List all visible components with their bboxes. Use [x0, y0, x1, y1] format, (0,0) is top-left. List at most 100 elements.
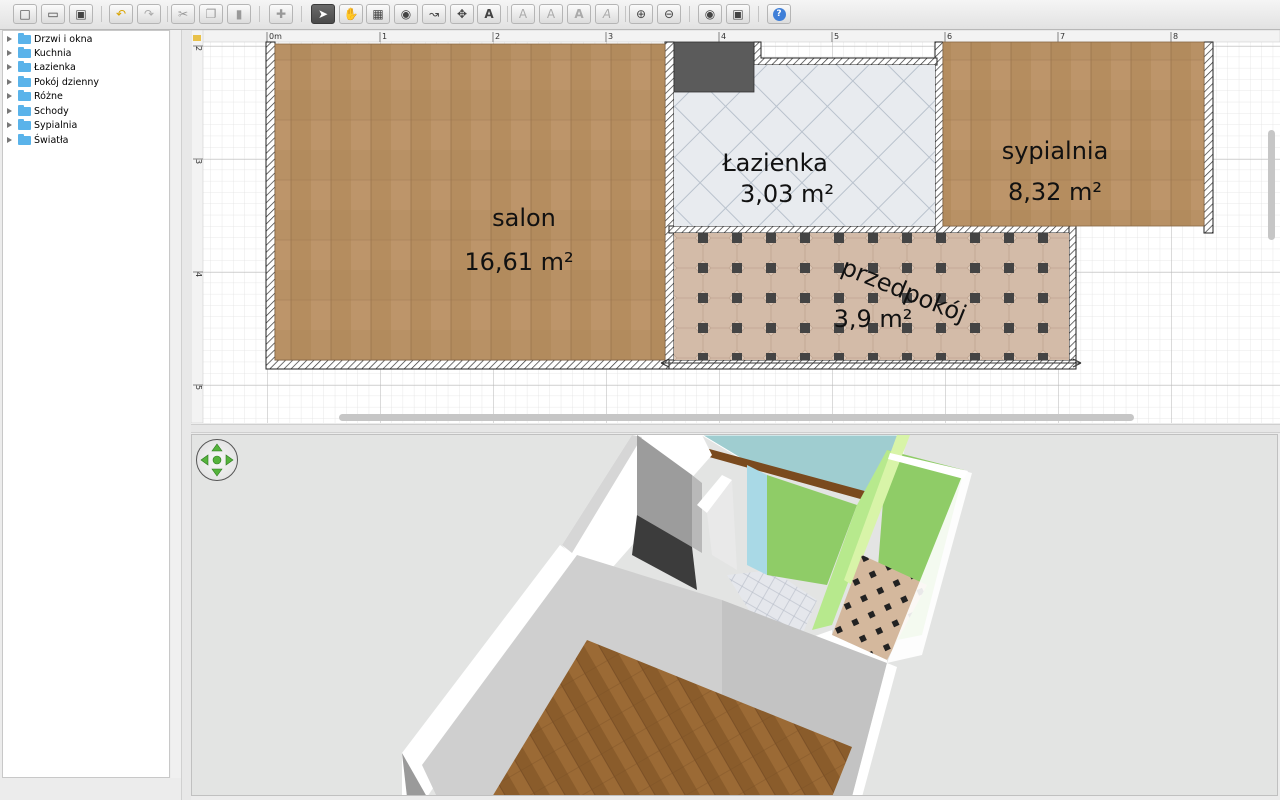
italic-text-button[interactable]: A [595, 4, 619, 24]
expand-arrow-icon[interactable] [7, 108, 12, 114]
help-button[interactable]: ? [767, 4, 791, 24]
zoom-in-button[interactable]: ⊕ [629, 4, 653, 24]
wall-icon: ▦ [372, 7, 384, 21]
save-button[interactable]: ▣ [69, 4, 93, 24]
folder-icon [18, 46, 31, 58]
create-dimensions-button[interactable]: ✥ [450, 4, 474, 24]
plan-view[interactable]: 0m 1 2 3 4 5 6 7 8 2 3 4 5 salon 16,61 m… [191, 30, 1280, 423]
category-label: Kuchnia [34, 47, 72, 59]
undo-icon: ↶ [115, 7, 127, 21]
ruler-x-label: 7 [1060, 32, 1065, 41]
select-mode-button[interactable]: ➤ [311, 4, 335, 24]
category-label: Pokój dzienny [34, 76, 100, 88]
arrow-pointer-icon: ➤ [317, 7, 329, 21]
scissors-icon: ✂ [177, 7, 189, 21]
increase-text-button[interactable]: A [511, 4, 535, 24]
category-label: Schody [34, 105, 69, 117]
catalog-category[interactable]: Pokój dzienny [7, 75, 99, 89]
create-video-button[interactable]: ▣ [726, 4, 750, 24]
expand-arrow-icon[interactable] [7, 122, 12, 128]
ruler-x-label: 1 [382, 32, 387, 41]
ruler-x-label: 0m [269, 32, 282, 41]
folder-icon [18, 89, 31, 101]
folder-icon [18, 118, 31, 130]
text-icon: A [484, 7, 494, 21]
plan-horizontal-scrollbar[interactable] [339, 414, 1134, 421]
save-icon: ▣ [75, 7, 87, 21]
add-furniture-icon: ✚ [275, 7, 287, 21]
hand-icon: ✋ [343, 7, 359, 21]
expand-arrow-icon[interactable] [7, 64, 12, 70]
catalog-scrollbar[interactable] [171, 30, 181, 778]
expand-arrow-icon[interactable] [7, 50, 12, 56]
new-home-button[interactable]: □ [13, 4, 37, 24]
catalog-category[interactable]: Sypialnia [7, 118, 77, 132]
polyline-icon: ↝ [428, 7, 440, 21]
room-salon[interactable] [275, 44, 665, 360]
paste-icon: ▮ [235, 7, 243, 21]
room-name-salon: salon [492, 204, 556, 232]
bold-icon: A [574, 7, 584, 21]
create-rooms-button[interactable]: ◉ [394, 4, 418, 24]
open-button[interactable]: ▭ [41, 4, 65, 24]
3d-view[interactable] [191, 434, 1278, 796]
ruler-x-label: 5 [834, 32, 839, 41]
ruler-x-label: 6 [947, 32, 952, 41]
expand-arrow-icon[interactable] [7, 36, 12, 42]
folder-icon: ▭ [47, 7, 59, 21]
room-name-lazienka: Łazienka [721, 149, 828, 177]
ruler-corner-icon [193, 35, 201, 41]
category-label: Różne [34, 90, 63, 102]
help-icon: ? [772, 7, 786, 21]
room-area-salon: 16,61 m² [464, 248, 573, 276]
ruler-x-label: 8 [1173, 32, 1178, 41]
vertical-split-divider[interactable] [181, 30, 191, 800]
redo-button[interactable]: ↷ [137, 4, 161, 24]
folder-icon [18, 60, 31, 72]
furniture-catalog-tree: Drzwi i okna Kuchnia Łazienka Pokój dzie… [2, 30, 170, 778]
navigation-arrows-icon[interactable] [196, 439, 238, 481]
text-size-up-icon: A [518, 7, 528, 21]
cut-button[interactable]: ✂ [171, 4, 195, 24]
shower-tray [673, 41, 755, 93]
camera-icon: ◉ [704, 7, 716, 21]
catalog-category[interactable]: Światła [7, 133, 69, 147]
catalog-category[interactable]: Kuchnia [7, 46, 72, 60]
room-area-przedpokoj: 3,9 m² [834, 305, 913, 333]
create-walls-button[interactable]: ▦ [366, 4, 390, 24]
catalog-category[interactable]: Łazienka [7, 60, 76, 74]
ruler-x-label: 2 [495, 32, 500, 41]
bold-text-button[interactable]: A [567, 4, 591, 24]
horizontal-split-divider[interactable] [191, 424, 1280, 433]
create-polylines-button[interactable]: ↝ [422, 4, 446, 24]
expand-arrow-icon[interactable] [7, 79, 12, 85]
add-furniture-button[interactable]: ✚ [269, 4, 293, 24]
expand-arrow-icon[interactable] [7, 93, 12, 99]
room-name-sypialnia: sypialnia [1002, 137, 1109, 165]
undo-button[interactable]: ↶ [109, 4, 133, 24]
catalog-category[interactable]: Drzwi i okna [7, 32, 92, 46]
zoom-out-icon: ⊖ [663, 7, 675, 21]
pan-mode-button[interactable]: ✋ [339, 4, 363, 24]
copy-button[interactable]: ❐ [199, 4, 223, 24]
folder-icon [18, 133, 31, 145]
redo-icon: ↷ [143, 7, 155, 21]
decrease-text-button[interactable]: A [539, 4, 563, 24]
folder-icon [18, 32, 31, 44]
text-size-down-icon: A [546, 7, 556, 21]
room-area-lazienka: 3,03 m² [740, 180, 834, 208]
expand-arrow-icon[interactable] [7, 137, 12, 143]
video-icon: ▣ [732, 7, 744, 21]
category-label: Sypialnia [34, 119, 78, 131]
create-photo-button[interactable]: ◉ [698, 4, 722, 24]
paste-button[interactable]: ▮ [227, 4, 251, 24]
zoom-out-button[interactable]: ⊖ [657, 4, 681, 24]
room-przedpokoj[interactable] [674, 233, 1069, 360]
plan-vertical-scrollbar[interactable] [1268, 130, 1275, 240]
add-text-button[interactable]: A [477, 4, 501, 24]
catalog-category[interactable]: Schody [7, 104, 69, 118]
catalog-category[interactable]: Różne [7, 89, 63, 103]
ruler-x-label: 3 [608, 32, 613, 41]
category-label: Drzwi i okna [34, 33, 93, 45]
category-label: Światła [34, 134, 69, 146]
